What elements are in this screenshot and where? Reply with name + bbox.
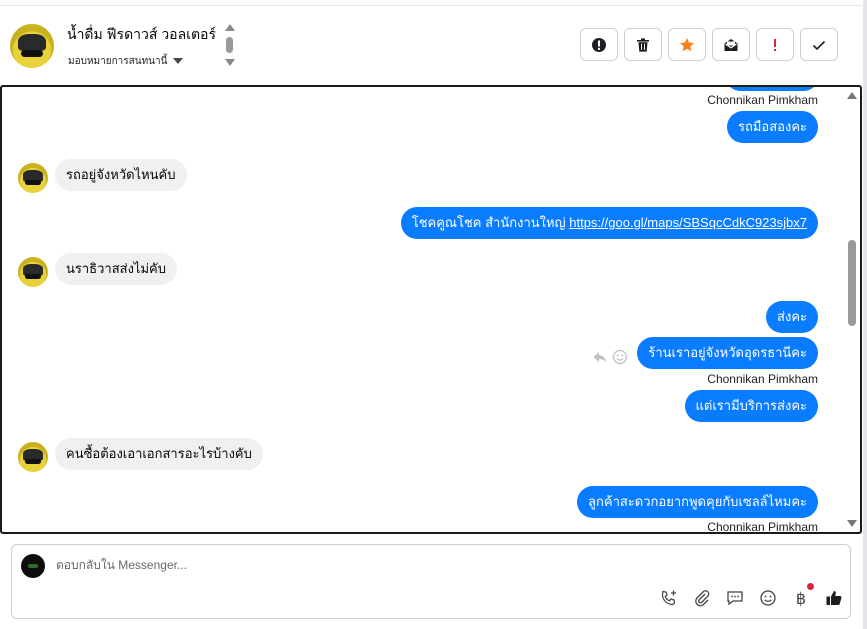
paperclip-icon (695, 590, 710, 607)
scroll-up-arrow-icon[interactable] (225, 24, 235, 31)
customer-avatar[interactable] (18, 442, 48, 472)
baht-payment-icon: ฿ (795, 588, 807, 608)
follow-up-button[interactable] (580, 28, 618, 61)
incoming-message[interactable]: คนซื้อต้องเอาเอกสารอะไรบ้างคับ (55, 438, 263, 470)
scroll-thumb[interactable] (848, 240, 856, 326)
exclamation-icon (774, 38, 776, 51)
saved-reply-icon (727, 591, 743, 606)
thumbs-up-icon (826, 591, 842, 605)
like-button[interactable] (824, 588, 844, 608)
exclamation-circle-icon (592, 37, 606, 52)
right-edge-border (863, 0, 867, 629)
spam-button[interactable] (756, 28, 794, 61)
map-link[interactable]: https://goo.gl/maps/SBSqcCdkC923sjbx7 (569, 215, 807, 230)
notification-dot (807, 583, 814, 590)
mark-done-button[interactable] (800, 28, 838, 61)
contact-avatar[interactable] (10, 24, 54, 68)
contact-name[interactable]: น้ำดื่ม ฟีรดาวส์ วอลเตอร์ (67, 24, 216, 46)
phone-add-icon (661, 590, 676, 606)
message-thread[interactable]: Chonnikan Pimkham รถมือสองคะ รถอยู่จังหว… (0, 85, 862, 534)
assign-conversation-dropdown[interactable]: มอบหมายการสนทนานี้ (68, 54, 184, 69)
emoji-icon (760, 590, 776, 606)
reply-input[interactable] (56, 558, 656, 572)
outgoing-message[interactable]: ส่งคะ (766, 301, 818, 333)
header-scrollbar[interactable] (224, 24, 236, 68)
scroll-down-arrow-icon[interactable] (225, 59, 235, 66)
incoming-message[interactable]: รถอยู่จังหวัดไหนคับ (55, 159, 187, 191)
delete-button[interactable] (624, 28, 662, 61)
partial-message-bubble (726, 87, 818, 91)
incoming-message[interactable]: นราธิวาสส่งไม่คับ (55, 253, 177, 285)
outgoing-message[interactable]: แต่เรามีบริการส่งคะ (684, 390, 818, 422)
attach-button[interactable] (692, 588, 712, 608)
message-text: โชคคูณโชค สำนักงานใหญ่ (411, 215, 570, 230)
sender-name: Chonnikan Pimkham (707, 372, 818, 386)
customer-avatar[interactable] (18, 257, 48, 287)
emoji-button[interactable] (758, 588, 778, 608)
outgoing-message[interactable]: โชคคูณโชค สำนักงานใหญ่ https://goo.gl/ma… (400, 207, 818, 239)
conversation-actions (580, 28, 838, 62)
assign-label: มอบหมายการสนทนานี้ (68, 56, 168, 67)
outgoing-message[interactable]: ลูกค้าสะดวกอยากพูดคุยกับเซลล์ไหมคะ (577, 486, 818, 518)
star-button[interactable] (668, 28, 706, 61)
composer-toolbar: ฿ (659, 583, 844, 608)
outgoing-message[interactable]: ร้านเราอยู่จังหวัดอุดรธานีคะ (637, 337, 818, 369)
page-avatar (21, 554, 45, 578)
reply-composer: ฿ (11, 544, 851, 619)
outgoing-message[interactable]: รถมือสองคะ (727, 111, 818, 143)
check-icon (812, 40, 826, 50)
scroll-thumb[interactable] (226, 37, 233, 53)
mark-unread-button[interactable] (712, 28, 750, 61)
star-icon (680, 37, 694, 51)
sender-name: Chonnikan Pimkham (707, 520, 818, 534)
trash-icon (637, 37, 649, 52)
message-hover-tools (592, 349, 628, 365)
call-add-button[interactable] (659, 588, 679, 608)
inbox-conversation-page: น้ำดื่ม ฟีรดาวส์ วอลเตอร์ มอบหมายการสนทน… (0, 0, 867, 629)
reply-arrow-icon[interactable] (592, 349, 608, 365)
saved-replies-button[interactable] (725, 588, 745, 608)
sender-name: Chonnikan Pimkham (707, 93, 818, 107)
scroll-up-arrow-icon[interactable] (847, 92, 857, 99)
emoji-react-icon[interactable] (612, 349, 628, 365)
conversation-header: น้ำดื่ม ฟีรดาวส์ วอลเตอร์ มอบหมายการสนทน… (0, 6, 862, 84)
customer-avatar[interactable] (18, 163, 48, 193)
caret-down-icon (173, 58, 184, 65)
payment-button[interactable]: ฿ (791, 583, 814, 608)
scroll-down-arrow-icon[interactable] (847, 520, 857, 527)
envelope-open-icon (724, 38, 738, 51)
thread-scrollbar[interactable] (845, 87, 859, 532)
